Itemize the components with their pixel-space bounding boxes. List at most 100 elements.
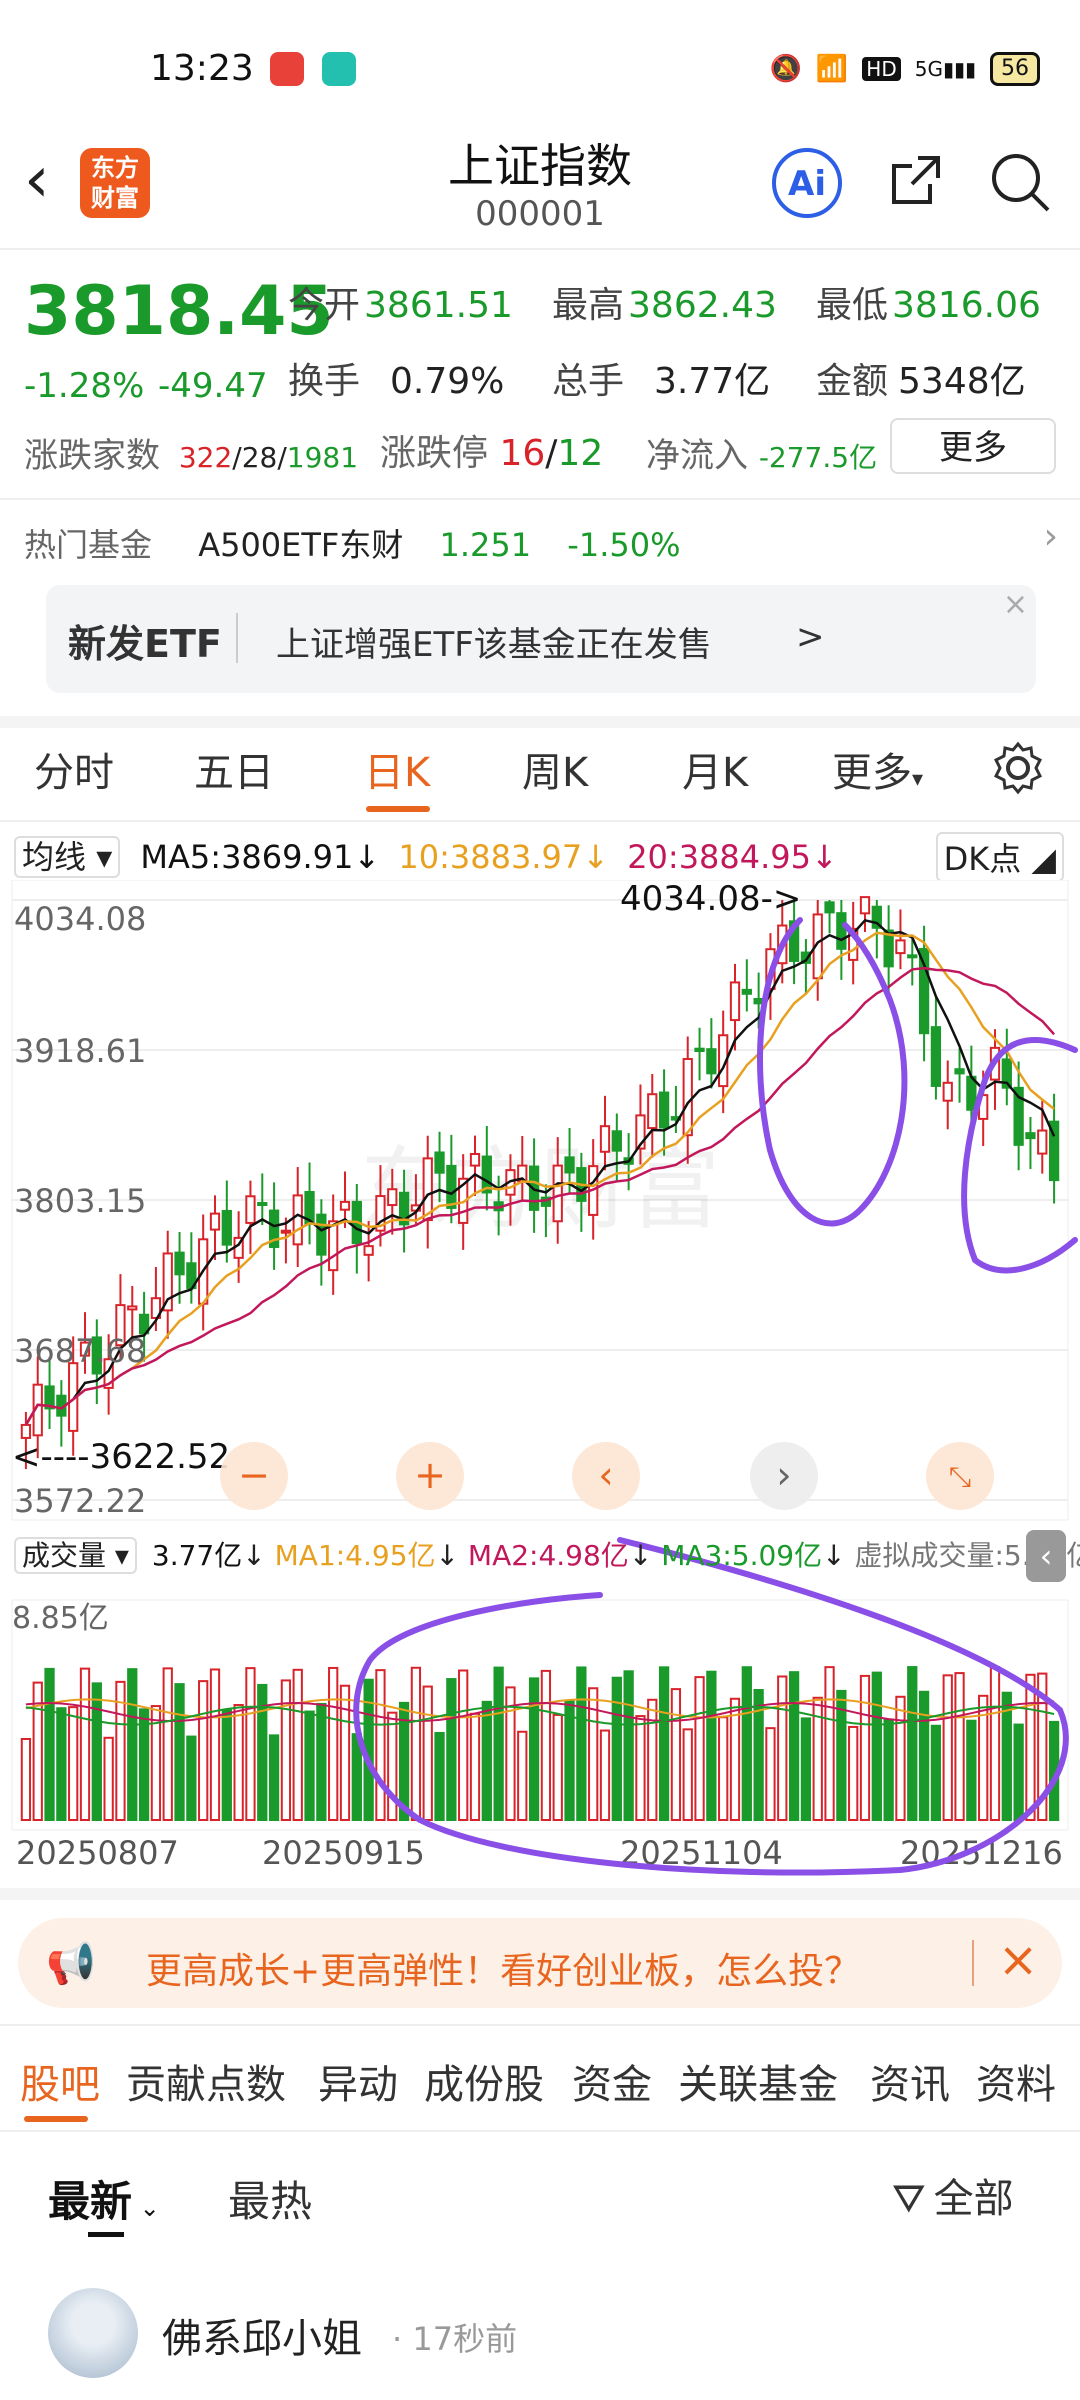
y-tick-label: 3803.15 bbox=[14, 1182, 146, 1220]
volume-bar bbox=[375, 1669, 386, 1821]
volume-bar bbox=[280, 1679, 292, 1821]
amount-field: 金额 5348亿 bbox=[816, 352, 1026, 404]
turnover-value: 0.79% bbox=[390, 361, 505, 402]
scroll-right-button[interactable]: › bbox=[750, 1442, 818, 1510]
tab-five-day[interactable]: 五日 bbox=[194, 740, 274, 798]
fullscreen-button[interactable]: ⤡ bbox=[926, 1442, 994, 1510]
zoom-out-button[interactable]: − bbox=[220, 1442, 288, 1510]
chevron-right-icon[interactable]: › bbox=[1044, 516, 1058, 557]
chart-period-tabs: 分时 五日 日K 周K 月K 更多▾ bbox=[0, 740, 1080, 820]
dk-label: DK点 bbox=[943, 840, 1022, 878]
promo-banner[interactable]: 📢 更高成长+更高弹性！看好创业板，怎么投？ × bbox=[18, 1918, 1062, 2008]
more-quote-button[interactable]: 更多 bbox=[890, 418, 1056, 474]
tab-constituents[interactable]: 成份股 bbox=[424, 2052, 544, 2110]
search-icon[interactable] bbox=[988, 150, 1052, 214]
filter-all[interactable]: ⛛ 全部 bbox=[892, 2166, 1014, 2224]
open-field: 今开 3861.51 bbox=[288, 276, 513, 328]
volume-label: 成交量 bbox=[22, 1539, 107, 1572]
dk-point-button[interactable]: DK点 ◢ bbox=[935, 832, 1064, 882]
section-gap bbox=[0, 716, 1080, 728]
status-right: 🔕 📶 HD 5G▮▮▮ 56 bbox=[770, 52, 1040, 86]
svg-text:−: − bbox=[238, 1453, 270, 1497]
tab-more[interactable]: 更多▾ bbox=[832, 740, 923, 798]
sort-hot[interactable]: 最热 bbox=[228, 2168, 312, 2229]
tab-guba[interactable]: 股吧 bbox=[20, 2052, 100, 2110]
tab-capital[interactable]: 资金 bbox=[572, 2052, 652, 2110]
volume-bar bbox=[647, 1698, 658, 1822]
volume-bar bbox=[469, 1712, 481, 1822]
candle-body bbox=[658, 1091, 670, 1129]
candle-body bbox=[954, 1068, 965, 1075]
post-username[interactable]: 佛系邱小姐 bbox=[162, 2306, 362, 2364]
banner-close-icon[interactable]: × bbox=[998, 1932, 1038, 1988]
tab-more-label: 更多 bbox=[832, 750, 912, 796]
volume-bar bbox=[233, 1703, 244, 1821]
volume-bar bbox=[528, 1677, 540, 1822]
candle-body bbox=[469, 1152, 481, 1167]
volume-bar bbox=[162, 1667, 173, 1822]
volume-value: 3.77亿 bbox=[151, 1539, 243, 1572]
tab-related-funds[interactable]: 关联基金 bbox=[678, 2052, 838, 2110]
low-annotation: <----3622.52 bbox=[12, 1437, 230, 1477]
header-divider bbox=[0, 248, 1080, 250]
collapse-panel-icon[interactable]: ‹ bbox=[1026, 1530, 1066, 1582]
tab-contribution[interactable]: 贡献点数 bbox=[126, 2052, 286, 2110]
limit-field: 涨跌停 16/12 bbox=[380, 433, 604, 474]
volume-bar bbox=[706, 1670, 717, 1821]
limit-down: 12 bbox=[557, 433, 604, 474]
volume-selector[interactable]: 成交量 ▾ bbox=[14, 1537, 137, 1574]
scroll-left-button[interactable]: ‹ bbox=[572, 1442, 640, 1510]
k-line-chart[interactable]: 东方财富 4034.083918.613803.153687.683572.22… bbox=[0, 880, 1080, 1900]
ad-close-icon[interactable]: × bbox=[1003, 587, 1028, 622]
svg-text:⤡: ⤡ bbox=[949, 1460, 971, 1493]
banner-text: 更高成长+更高弹性！看好创业板，怎么投？ bbox=[146, 1951, 861, 1992]
volume-bar bbox=[56, 1707, 67, 1821]
volume-bar bbox=[339, 1684, 351, 1822]
tab-profile[interactable]: 资料 bbox=[976, 2052, 1056, 2110]
sort-underline bbox=[88, 2232, 124, 2237]
hot-fund-row[interactable]: 热门基金 A500ETF东财 1.251 -1.50% bbox=[24, 520, 681, 566]
candle-body bbox=[280, 1229, 292, 1234]
ma5-value: MA5:3869.91 bbox=[140, 838, 354, 876]
volume-bar bbox=[316, 1702, 327, 1822]
sort-latest[interactable]: 最新 ⌄ bbox=[48, 2168, 160, 2229]
candle-body bbox=[694, 1047, 705, 1053]
tab-movement[interactable]: 异动 bbox=[318, 2052, 398, 2110]
volume-bar bbox=[918, 1690, 930, 1821]
netflow-label: 净流入 bbox=[646, 436, 748, 476]
tab-weekly-k[interactable]: 周K bbox=[522, 740, 588, 798]
tab-minute[interactable]: 分时 bbox=[34, 740, 114, 798]
candle-body bbox=[387, 1188, 398, 1207]
y-tick-label: 3572.22 bbox=[14, 1482, 146, 1520]
tab-monthly-k[interactable]: 月K bbox=[682, 740, 748, 798]
hd-icon: HD bbox=[862, 57, 901, 81]
change-abs: -49.47 bbox=[158, 366, 268, 406]
new-etf-ad[interactable]: 新发ETF 上证增强ETF该基金正在发售 > × bbox=[46, 585, 1036, 693]
user-avatar[interactable] bbox=[48, 2288, 138, 2378]
breadth-label: 涨跌家数 bbox=[24, 436, 160, 476]
volume-bar bbox=[859, 1674, 871, 1821]
volume-bar bbox=[682, 1728, 693, 1822]
ma-selector[interactable]: 均线 ▾ bbox=[14, 836, 121, 878]
volume-bar bbox=[954, 1672, 965, 1821]
tab-daily-k[interactable]: 日K bbox=[364, 740, 430, 798]
netflow-field: 净流入 -277.5亿 bbox=[646, 428, 877, 477]
svg-text:‹: ‹ bbox=[598, 1453, 613, 1497]
filter-icon: ⛛ bbox=[892, 2176, 926, 2222]
tab-news[interactable]: 资讯 bbox=[870, 2052, 950, 2110]
volume-bar bbox=[268, 1734, 280, 1821]
gear-icon[interactable] bbox=[990, 740, 1046, 796]
low-field: 最低 3816.06 bbox=[816, 276, 1041, 328]
volume-bar bbox=[788, 1671, 800, 1821]
bottom-tabs-divider bbox=[0, 2130, 1080, 2132]
candle-body bbox=[221, 1209, 232, 1246]
volume-bar bbox=[718, 1716, 729, 1822]
ai-button[interactable]: Ai bbox=[772, 148, 842, 218]
volume-bar bbox=[304, 1710, 315, 1822]
high-value: 3862.43 bbox=[628, 285, 777, 326]
zoom-in-button[interactable]: + bbox=[396, 1442, 464, 1510]
candle-body bbox=[328, 1220, 339, 1272]
post-time: · 17秒前 bbox=[392, 2320, 518, 2358]
volume-bar bbox=[942, 1674, 953, 1821]
share-icon[interactable] bbox=[888, 152, 944, 208]
